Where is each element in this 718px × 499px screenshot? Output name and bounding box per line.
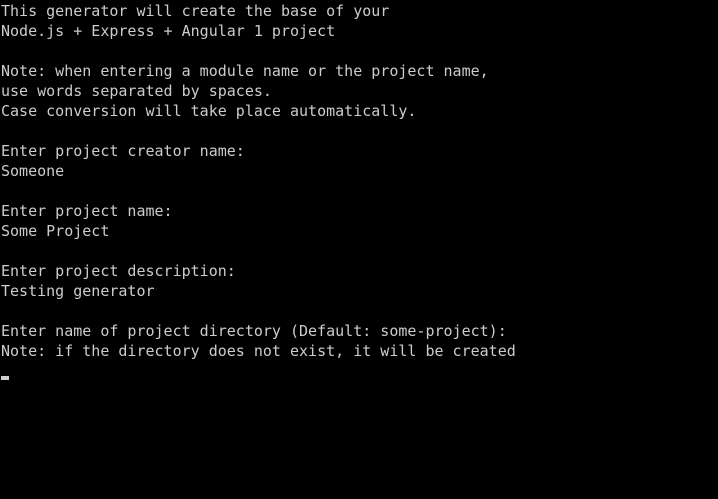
note-line-2: use words separated by spaces. [1,82,272,100]
note-line-1: Note: when entering a module name or the… [1,62,489,80]
input-line[interactable] [0,361,718,381]
text-cursor [1,376,9,380]
intro-line-1: This generator will create the base of y… [1,2,390,20]
project-name-answer: Some Project [1,222,110,240]
creator-answer: Someone [1,162,65,180]
description-answer: Testing generator [1,282,155,300]
note-line-3: Case conversion will take place automati… [1,102,417,120]
terminal-output[interactable]: This generator will create the base of y… [0,0,718,499]
project-name-prompt: Enter project name: [1,202,173,220]
directory-prompt: Enter name of project directory (Default… [1,322,507,340]
directory-note: Note: if the directory does not exist, i… [1,342,516,360]
creator-prompt: Enter project creator name: [1,142,245,160]
description-prompt: Enter project description: [1,262,236,280]
intro-line-2: Node.js + Express + Angular 1 project [1,22,336,40]
